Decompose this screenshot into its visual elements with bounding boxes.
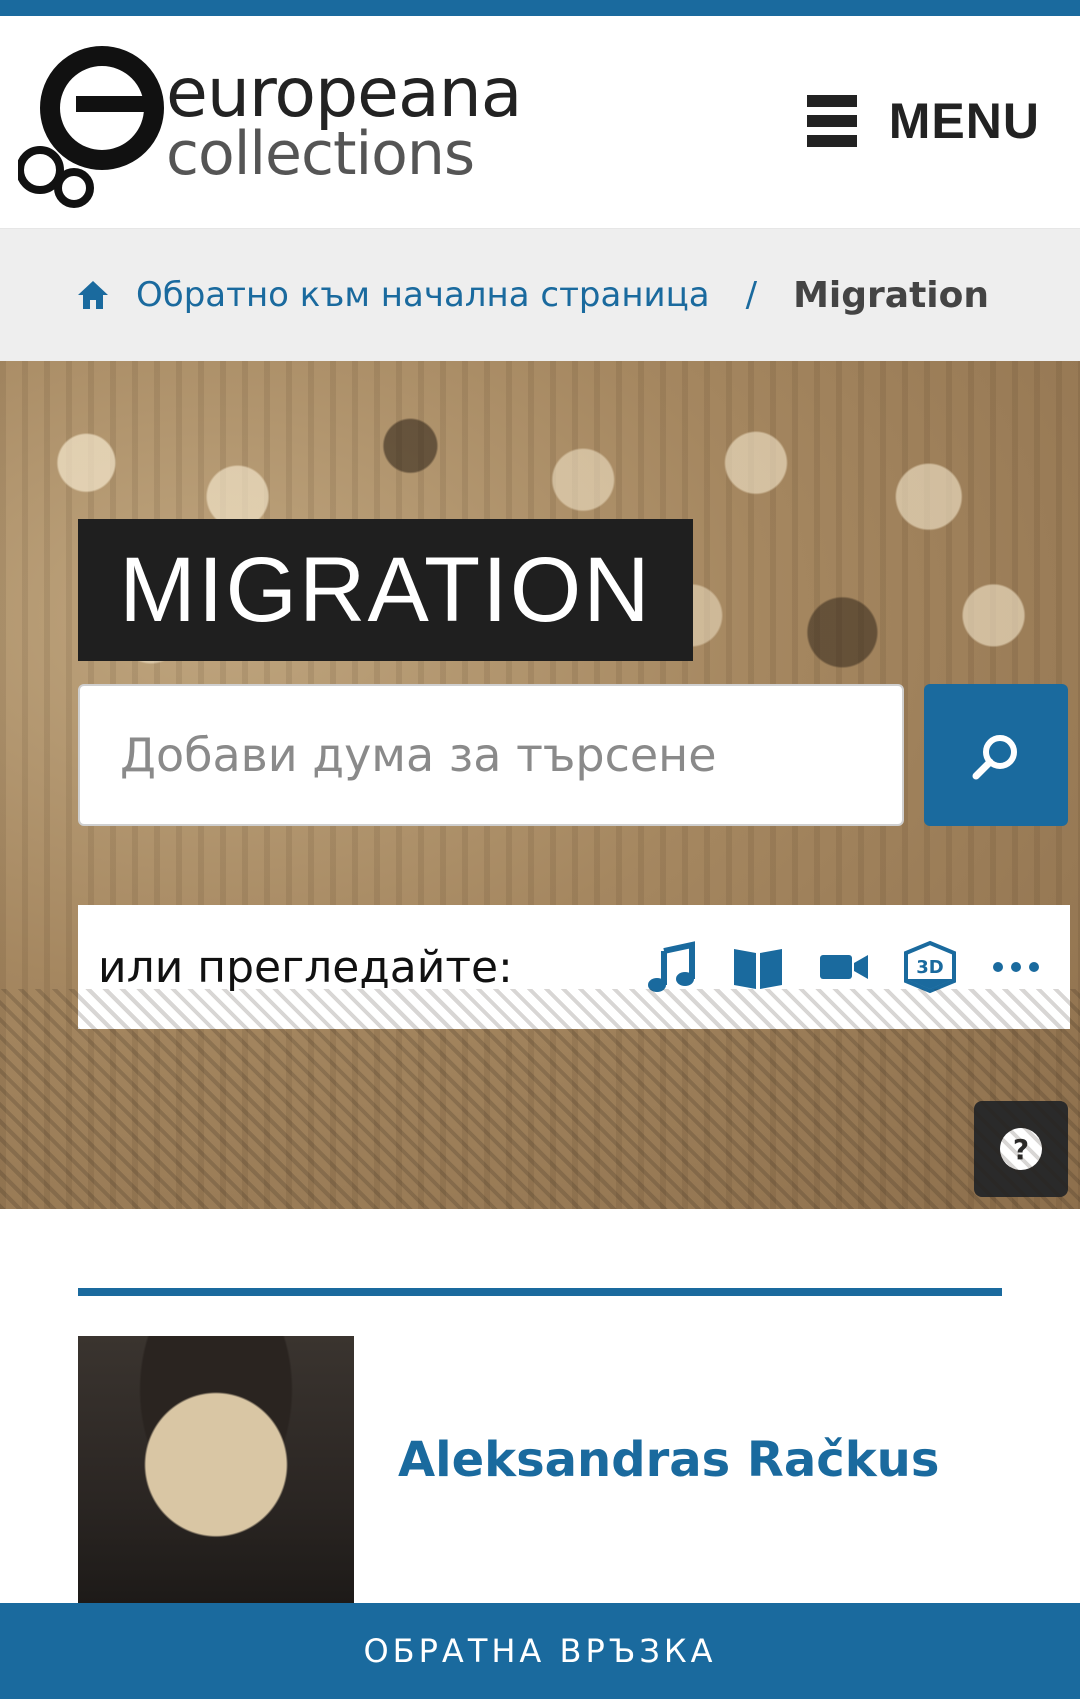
help-button[interactable]: ? xyxy=(974,1101,1068,1197)
europeana-logo-icon[interactable] xyxy=(18,38,168,218)
browse-bar: или прегледайте: 3D xyxy=(78,905,1070,1029)
site-header: europeana collections MENU xyxy=(0,16,1080,229)
3d-icon[interactable]: 3D xyxy=(902,939,958,995)
menu-button[interactable]: MENU xyxy=(806,92,1040,150)
top-accent-stripe xyxy=(0,0,1080,16)
search-icon xyxy=(972,735,1017,780)
music-note-icon[interactable] xyxy=(644,939,700,995)
breadcrumb-current: Migration xyxy=(793,274,989,316)
book-icon[interactable] xyxy=(730,939,786,995)
more-icon[interactable] xyxy=(988,939,1044,995)
featured-portrait-image[interactable] xyxy=(78,1336,354,1604)
featured-title-link[interactable]: Aleksandras Račkus xyxy=(398,1432,939,1488)
search-box xyxy=(78,684,904,826)
page-title: MIGRATION xyxy=(78,519,693,661)
breadcrumb-home-link[interactable]: Обратно към начална страница xyxy=(136,275,710,315)
breadcrumb-separator: / xyxy=(745,275,758,315)
browse-label: или прегледайте: xyxy=(98,941,513,993)
breadcrumb: Обратно към начална страница / Migration xyxy=(0,229,1080,361)
home-icon[interactable] xyxy=(76,278,110,312)
feedback-button[interactable]: ОБРАТНА ВРЪЗКА xyxy=(0,1603,1080,1699)
hamburger-icon xyxy=(806,95,857,147)
svg-text:3D: 3D xyxy=(916,957,943,978)
logo-wordmark[interactable]: europeana collections xyxy=(166,54,522,189)
browse-icons: 3D xyxy=(614,939,1044,995)
search-button[interactable] xyxy=(924,684,1068,826)
logo-line1: europeana xyxy=(166,54,522,133)
search-input[interactable] xyxy=(82,688,900,822)
section-divider xyxy=(78,1288,1002,1296)
video-camera-icon[interactable] xyxy=(816,939,872,995)
question-mark-icon: ? xyxy=(1000,1128,1042,1170)
menu-label: MENU xyxy=(888,93,1040,149)
hero-banner: MIGRATION или прегледайте: xyxy=(0,361,1080,1209)
svg-text:?: ? xyxy=(1013,1133,1029,1166)
logo-line2: collections xyxy=(166,119,475,189)
